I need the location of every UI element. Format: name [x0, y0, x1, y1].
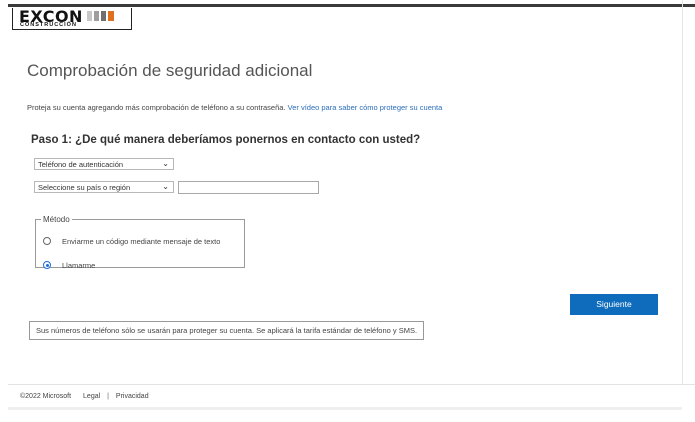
contact-method-value: Teléfono de autenticación [38, 160, 124, 169]
method-legend: Método [43, 215, 70, 224]
chevron-down-icon: ⌄ [162, 182, 169, 191]
logo-subtitle: CONSTRUCCIÓN [20, 22, 77, 28]
radio-button-call[interactable] [43, 261, 51, 269]
radio-option-call[interactable]: Llamarme [43, 259, 95, 271]
country-value: Seleccione su país o región [38, 183, 131, 192]
phone-number-input[interactable] [178, 181, 319, 194]
intro-description: Proteja su cuenta agregando más comproba… [27, 103, 286, 112]
radio-label-call: Llamarme [62, 260, 96, 270]
legal-link[interactable]: Legal [83, 393, 100, 400]
step-title: Paso 1: ¿De qué manera deberíamos ponern… [31, 134, 421, 146]
country-select[interactable]: Seleccione su país o región ⌄ [34, 181, 174, 193]
method-group: Método Enviarme un código mediante mensa… [35, 215, 245, 271]
header-bar: EXCON CONSTRUCCIÓN [8, 4, 695, 34]
logo-bars [87, 11, 114, 21]
page-title: Comprobación de seguridad adicional [27, 61, 313, 80]
chevron-down-icon: ⌄ [162, 159, 169, 168]
privacy-link[interactable]: Privacidad [116, 393, 149, 400]
video-help-link[interactable]: Ver vídeo para saber cómo proteger su cu… [288, 103, 443, 112]
next-button[interactable]: Siguiente [570, 294, 658, 315]
company-logo: EXCON CONSTRUCCIÓN [12, 7, 132, 30]
footer-separator: | [107, 393, 109, 400]
radio-label-text: Enviarme un código mediante mensaje de t… [62, 236, 221, 246]
intro-text: Proteja su cuenta agregando más comproba… [27, 103, 442, 112]
main-panel: Comprobación de seguridad adicional Prot… [8, 31, 695, 384]
phone-usage-notice: Sus números de teléfono sólo se usarán p… [29, 321, 425, 340]
bottom-shadow [8, 407, 682, 410]
radio-option-text[interactable]: Enviarme un código mediante mensaje de t… [43, 235, 220, 247]
contact-method-select[interactable]: Teléfono de autenticación ⌄ [34, 158, 174, 170]
copyright-text: ©2022 Microsoft [20, 393, 72, 400]
radio-button-text[interactable] [43, 237, 51, 245]
panel-edge [682, 0, 683, 410]
